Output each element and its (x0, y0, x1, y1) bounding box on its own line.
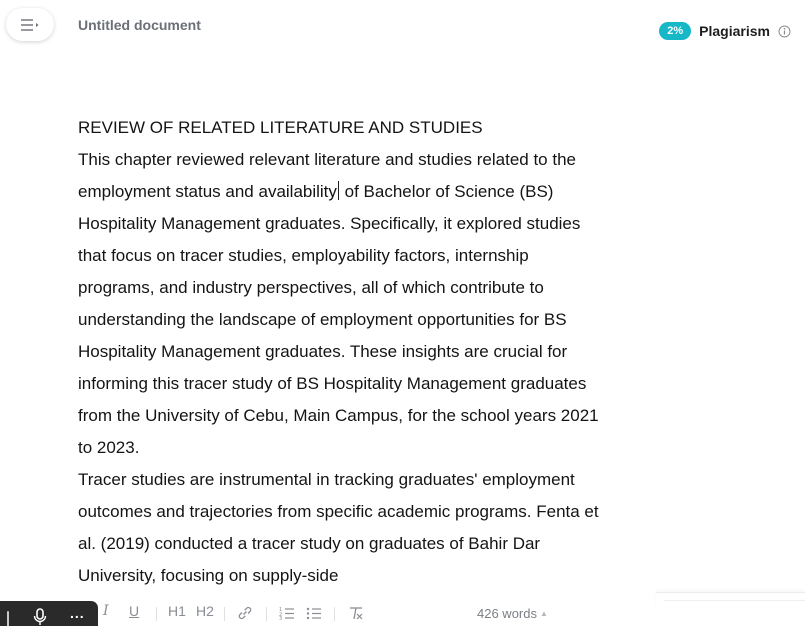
menu-button[interactable] (6, 8, 54, 41)
numbered-list-icon[interactable]: 1 2 3 (279, 606, 295, 623)
toolbar-divider (266, 607, 267, 621)
mic-icon[interactable] (33, 608, 47, 626)
document-paragraph: This chapter reviewed relevant literatur… (78, 144, 608, 464)
toolbar-divider (334, 607, 335, 621)
word-count[interactable]: 426 words ▲ (477, 606, 548, 621)
svg-text:3: 3 (279, 616, 282, 620)
text-cursor (337, 181, 339, 200)
paragraph-text: of Bachelor of Science (BS) Hospitality … (78, 182, 599, 457)
plagiarism-indicator[interactable]: 2% Plagiarism (659, 22, 791, 40)
drag-handle[interactable] (7, 611, 9, 626)
plagiarism-badge: 2% (659, 22, 692, 40)
menu-icon (20, 18, 40, 32)
toolbar-divider (156, 607, 157, 621)
chevron-up-icon: ▲ (539, 609, 548, 618)
italic-button[interactable]: I (103, 603, 109, 619)
link-icon[interactable] (237, 606, 253, 623)
formatting-toolbar: ... I U H1 H2 1 2 3 426 words ▲ (0, 600, 805, 626)
underline-button[interactable]: U (129, 603, 139, 619)
clear-format-icon[interactable] (348, 606, 364, 623)
document-title[interactable]: Untitled document (78, 17, 201, 33)
toolbar-dark-section: ... (0, 601, 98, 626)
document-paragraph: Tracer studies are instrumental in track… (78, 470, 599, 585)
plagiarism-label: Plagiarism (699, 23, 770, 39)
bullet-list-icon[interactable] (306, 606, 322, 623)
word-count-text: 426 words (477, 606, 537, 621)
heading2-button[interactable]: H2 (196, 603, 214, 619)
more-options-button[interactable]: ... (70, 605, 85, 621)
document-heading: REVIEW OF RELATED LITERATURE AND STUDIES (78, 118, 483, 137)
heading1-button[interactable]: H1 (168, 603, 186, 619)
info-icon[interactable] (778, 25, 791, 38)
toolbar-divider (224, 607, 225, 621)
document-editor[interactable]: REVIEW OF RELATED LITERATURE AND STUDIES… (78, 112, 608, 592)
